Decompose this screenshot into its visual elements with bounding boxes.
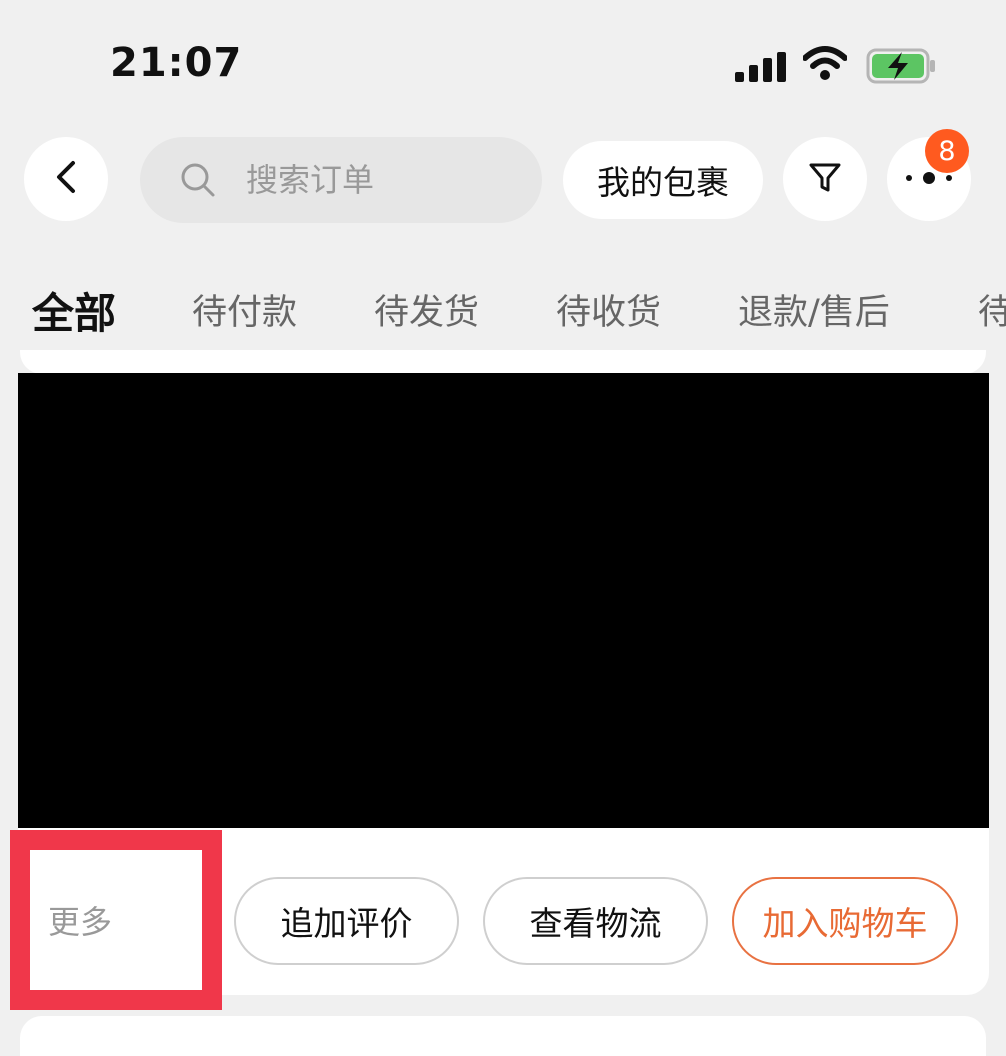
- more-menu-button[interactable]: 8: [887, 129, 971, 221]
- chevron-left-icon: [51, 157, 81, 201]
- more-button[interactable]: 更多: [48, 897, 112, 943]
- battery-charging-icon: [866, 48, 938, 88]
- order-tabs: 全部 待付款 待发货 待收货 退款/售后 待: [0, 270, 1006, 350]
- status-time: 21:07: [110, 40, 243, 86]
- tab-pending-shipment[interactable]: 待发货: [374, 284, 479, 335]
- add-to-cart-button[interactable]: 加入购物车: [732, 877, 958, 965]
- filter-icon: [807, 159, 843, 199]
- tab-pending-review[interactable]: 待: [978, 284, 1006, 335]
- tab-refund-aftersale[interactable]: 退款/售后: [738, 284, 890, 335]
- tab-pending-receipt[interactable]: 待收货: [556, 284, 661, 335]
- status-bar: 21:07: [0, 0, 1006, 130]
- next-order-card: [20, 1016, 986, 1056]
- add-review-button[interactable]: 追加评价: [234, 877, 459, 965]
- search-icon: [180, 162, 216, 198]
- filter-button[interactable]: [783, 137, 867, 221]
- search-input[interactable]: [244, 160, 528, 200]
- notification-badge: 8: [925, 129, 969, 173]
- my-parcels-button[interactable]: 我的包裹: [563, 141, 763, 219]
- search-bar[interactable]: [140, 137, 542, 223]
- back-button[interactable]: [24, 137, 108, 221]
- more-highlight-box: [10, 830, 222, 1010]
- wifi-icon: [802, 46, 848, 86]
- previous-card-edge: [20, 350, 986, 374]
- tab-all[interactable]: 全部: [32, 280, 116, 341]
- redacted-order-content: [18, 373, 989, 828]
- tab-pending-payment[interactable]: 待付款: [192, 284, 297, 335]
- view-logistics-button[interactable]: 查看物流: [483, 877, 708, 965]
- cellular-signal-icon: [735, 52, 787, 86]
